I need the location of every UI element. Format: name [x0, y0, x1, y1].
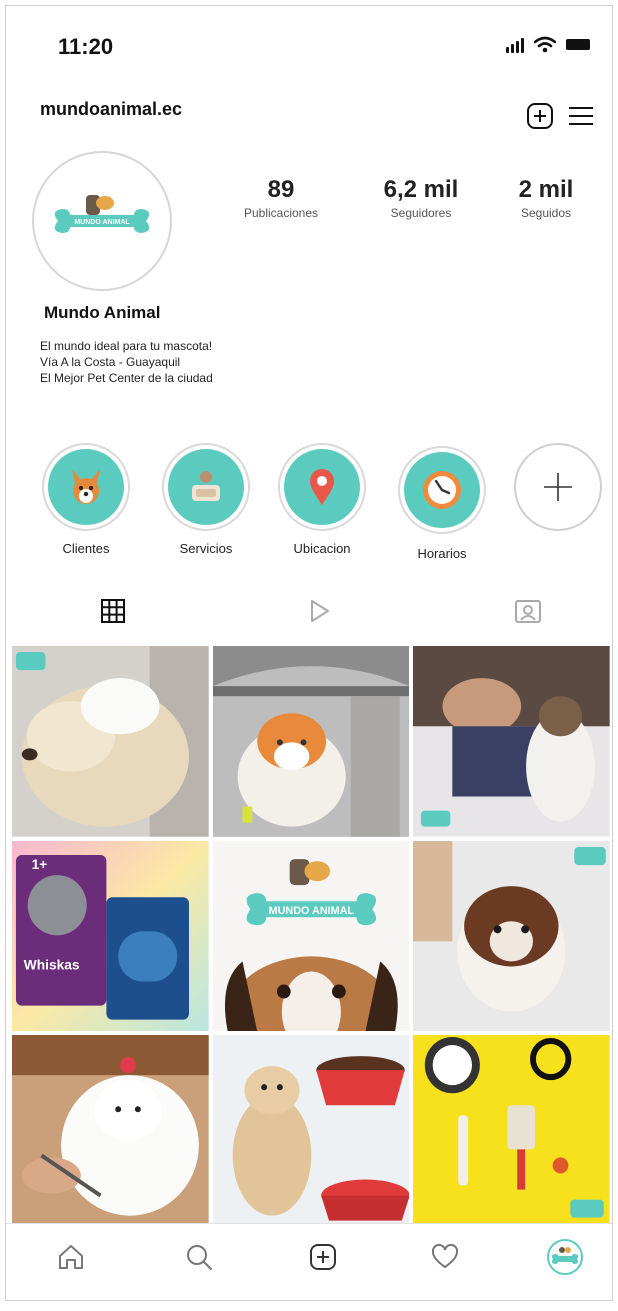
new-post-icon[interactable] — [526, 102, 554, 130]
bio-line: El Mejor Pet Center de la ciudad — [40, 371, 213, 385]
profile-username: mundoanimal.ec — [40, 99, 183, 119]
clock-icon — [423, 471, 461, 509]
highlight-label: Servicios — [179, 541, 233, 556]
stat-following-label: Seguidos — [520, 206, 572, 220]
post-image-puppy-bowls — [212, 1035, 410, 1226]
highlight-label: Ubicacion — [293, 541, 351, 556]
signal-icon — [506, 37, 524, 53]
highlight-ring — [278, 443, 366, 531]
post-logo-text: MUNDO ANIMAL — [268, 905, 354, 917]
stat-posts-value: 89 — [267, 176, 295, 203]
heart-icon[interactable] — [430, 1242, 460, 1272]
stat-following[interactable]: 2 mil Seguidos — [491, 176, 601, 220]
status-bar: 11:20 — [6, 6, 612, 86]
brand-logo: MUNDO ANIMAL — [54, 195, 150, 233]
grid-post[interactable] — [212, 646, 410, 837]
post-image-cat-grooming — [413, 646, 610, 837]
reels-tab-icon[interactable] — [306, 598, 332, 624]
stat-posts[interactable]: 89 Publicaciones — [211, 176, 351, 220]
bio-line: El mundo ideal para tu mascota! — [40, 339, 213, 353]
post-image-accessories — [413, 1035, 610, 1226]
highlight-label: Clientes — [62, 541, 110, 556]
create-post-icon[interactable] — [308, 1242, 338, 1272]
post-image-dog-bath — [12, 646, 209, 837]
stat-following-value: 2 mil — [518, 176, 574, 203]
highlight-ring — [42, 443, 130, 531]
profile-bio: El mundo ideal para tu mascota! Vía A la… — [40, 338, 213, 386]
stat-followers-value: 6,2 mil — [383, 176, 459, 203]
highlight-horarios[interactable]: Horarios — [394, 446, 490, 561]
dog-face-icon — [72, 469, 100, 504]
status-time: 11:20 — [58, 34, 114, 59]
post-image-maltese — [12, 1035, 209, 1226]
profile-stats: 89 Publicaciones 6,2 mil Seguidores 2 mi… — [211, 176, 601, 220]
food-pack-brand: Whiskas — [24, 956, 80, 972]
plus-icon — [544, 473, 572, 501]
grid-post[interactable] — [413, 1035, 610, 1226]
highlight-servicios[interactable]: Servicios — [158, 443, 254, 556]
new-highlight-button[interactable] — [510, 443, 606, 531]
food-pack-age: 1+ — [32, 856, 48, 872]
stat-followers-label: Seguidores — [390, 206, 452, 220]
post-image-shih-tzu — [413, 840, 610, 1032]
location-pin-icon — [310, 469, 334, 505]
menu-icon[interactable] — [568, 105, 594, 127]
profile-display-name: Mundo Animal — [44, 303, 161, 322]
grid-post[interactable] — [413, 646, 610, 837]
highlight-ubicacion[interactable]: Ubicacion — [274, 443, 370, 556]
highlight-ring — [514, 443, 602, 531]
tagged-tab-icon[interactable] — [514, 598, 542, 624]
wifi-icon — [534, 36, 556, 53]
stat-posts-label: Publicaciones — [243, 206, 319, 220]
phone-frame: 11:20 mundoanimal.ec MUNDO ANIMAL 89 Pub… — [5, 5, 613, 1301]
grid-post[interactable] — [413, 840, 610, 1032]
profile-avatar-icon[interactable] — [546, 1238, 584, 1276]
header-actions — [526, 102, 594, 130]
bottom-navigation — [6, 1223, 612, 1300]
highlight-ring — [162, 443, 250, 531]
bio-line: Vía A la Costa - Guayaquil — [40, 355, 181, 369]
profile-avatar[interactable]: MUNDO ANIMAL — [32, 151, 172, 291]
post-image-cat-carrier — [212, 646, 410, 837]
grid-post[interactable] — [212, 1035, 410, 1226]
grid-post[interactable]: 1+ Whiskas — [12, 840, 209, 1032]
grid-post[interactable] — [12, 1035, 209, 1226]
status-icons — [506, 36, 590, 53]
battery-icon — [566, 39, 590, 50]
grid-post[interactable]: MUNDO ANIMAL — [212, 840, 410, 1032]
logo-text: MUNDO ANIMAL — [74, 219, 130, 226]
home-icon[interactable] — [56, 1242, 86, 1272]
stat-followers[interactable]: 6,2 mil Seguidores — [351, 176, 491, 220]
post-image-logo-dog: MUNDO ANIMAL — [212, 840, 410, 1032]
post-image-cat-food: 1+ Whiskas — [12, 840, 209, 1032]
highlight-label: Horarios — [417, 546, 467, 561]
highlight-ring — [398, 446, 486, 534]
highlight-clientes[interactable]: Clientes — [38, 443, 134, 556]
pet-bed-icon — [192, 471, 220, 501]
grid-post[interactable] — [12, 646, 209, 837]
posts-grid: 1+ Whiskas MUNDO ANIMAL — [12, 646, 610, 1226]
grid-tab-icon[interactable] — [100, 598, 126, 624]
search-icon[interactable] — [184, 1242, 214, 1272]
